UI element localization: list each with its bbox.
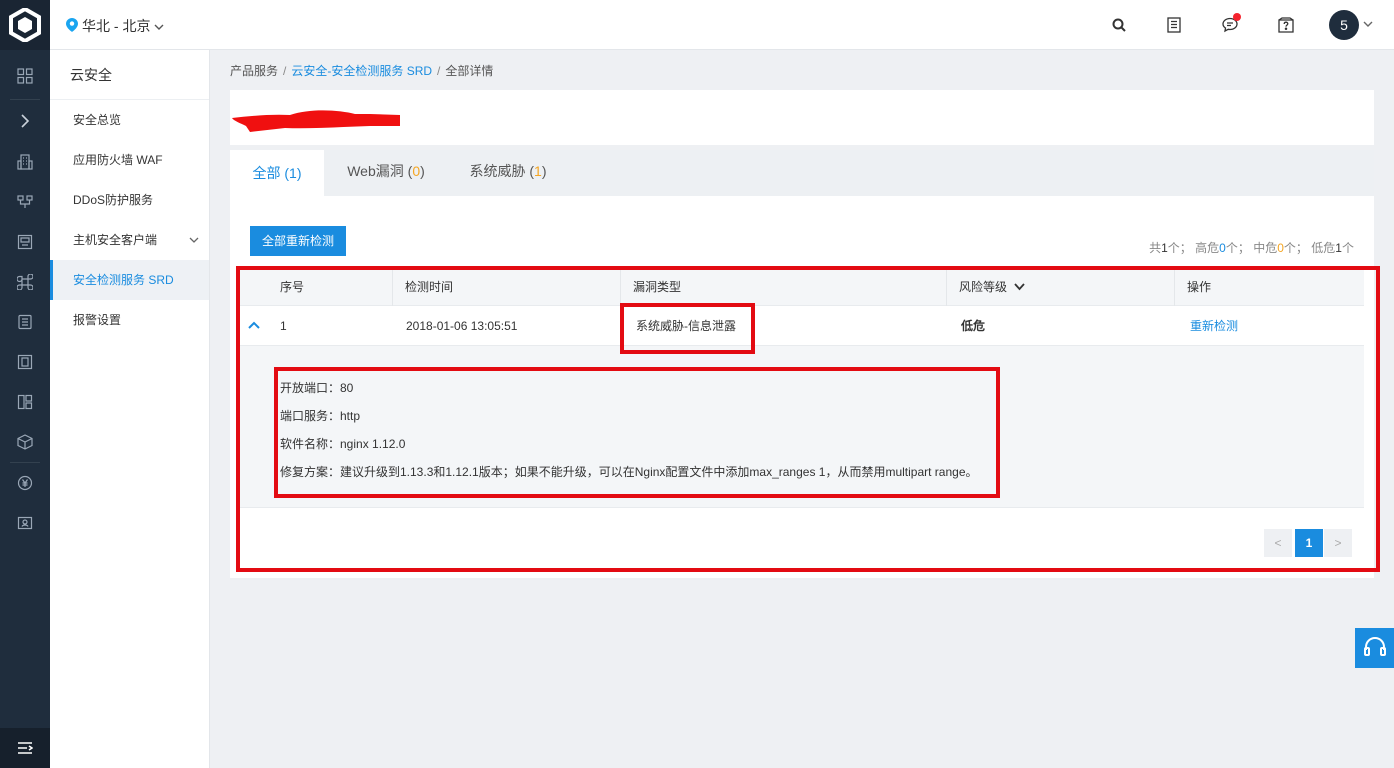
recheck-all-button[interactable]: 全部重新检测 xyxy=(250,226,347,256)
cell-index: 1 xyxy=(280,319,287,333)
breadcrumb: 产品服务 / 云安全-安全检测服务 SRD / 全部详情 xyxy=(230,62,493,79)
column-header-time: 检测时间 xyxy=(392,270,620,306)
search-icon[interactable] xyxy=(1109,15,1129,35)
storage-icon[interactable] xyxy=(0,222,50,262)
pagination-page-button[interactable]: 1 xyxy=(1295,529,1323,557)
chevron-down-icon[interactable] xyxy=(1363,17,1373,31)
tab-system-threats[interactable]: 系统威胁 (1) xyxy=(448,150,568,196)
cell-risk: 低危 xyxy=(961,319,986,333)
command-icon[interactable] xyxy=(0,262,50,302)
top-bar: 华北 - 北京 5 xyxy=(50,0,1394,50)
recheck-link[interactable]: 重新检测 xyxy=(1190,306,1238,346)
chevron-down-icon xyxy=(154,18,164,34)
column-header-risk[interactable]: 风险等级 xyxy=(946,270,1174,306)
page-title-card xyxy=(230,90,1374,145)
tab-all[interactable]: 全部 (1) xyxy=(230,150,324,196)
breadcrumb-separator: / xyxy=(283,64,287,78)
breadcrumb-root[interactable]: 产品服务 xyxy=(230,64,278,78)
database-icon[interactable] xyxy=(0,302,50,342)
layout-icon[interactable] xyxy=(0,382,50,422)
sidebar-item-overview[interactable]: 安全总览 xyxy=(50,100,209,140)
sidebar-item-label: 报警设置 xyxy=(73,313,122,327)
tab-count: 1 xyxy=(534,163,542,179)
location-pin-icon xyxy=(66,17,78,35)
breadcrumb-parent-link[interactable]: 云安全-安全检测服务 SRD xyxy=(291,64,432,78)
sidebar-title: 云安全 xyxy=(50,50,209,100)
cell-type: 系统威胁-信息泄露 xyxy=(636,319,736,333)
region-selector[interactable]: 华北 - 北京 xyxy=(66,16,164,36)
dashboard-icon[interactable] xyxy=(0,56,50,96)
id-card-icon[interactable] xyxy=(0,503,50,543)
sidebar-item-srd[interactable]: 安全检测服务 SRD xyxy=(50,260,209,300)
column-header-index: 序号 xyxy=(280,280,305,294)
headset-icon xyxy=(1363,636,1387,661)
help-icon[interactable] xyxy=(1276,15,1296,35)
server-icon[interactable] xyxy=(0,342,50,382)
sidebar-item-label: 应用防火墙 WAF xyxy=(73,153,163,167)
cell-time: 2018-01-06 13:05:51 xyxy=(406,319,518,333)
logo-icon[interactable] xyxy=(0,0,50,50)
tab-count: 1 xyxy=(289,165,297,181)
icon-rail xyxy=(0,0,50,768)
region-label: 华北 - 北京 xyxy=(82,18,151,34)
message-icon[interactable] xyxy=(1220,13,1241,35)
table-row: 1 2018-01-06 13:05:51 系统威胁-信息泄露 低危 重新检测 xyxy=(240,306,1364,346)
billing-icon[interactable] xyxy=(0,463,50,503)
expand-icon[interactable] xyxy=(0,101,50,141)
tab-web-vulns[interactable]: Web漏洞 (0) xyxy=(324,150,448,196)
detail-port: 开放端口：80 xyxy=(280,381,354,395)
building-icon[interactable] xyxy=(0,142,50,182)
detail-service: 端口服务：http xyxy=(280,409,361,423)
redaction-mark xyxy=(232,110,400,132)
sidebar-item-label: 安全总览 xyxy=(73,113,122,127)
results-panel: 全部重新检测 共1个； 高危0个； 中危0个； 低危1个 序号 检测时间 漏洞类… xyxy=(230,196,1374,578)
pagination-prev-button[interactable]: < xyxy=(1264,529,1292,557)
avatar[interactable]: 5 xyxy=(1329,10,1359,40)
pagination-next-button[interactable]: > xyxy=(1324,529,1352,557)
risk-summary: 共1个； 高危0个； 中危0个； 低危1个 xyxy=(1149,241,1354,255)
column-header-action: 操作 xyxy=(1174,270,1364,306)
sidebar-item-alerts[interactable]: 报警设置 xyxy=(50,300,209,340)
network-icon[interactable] xyxy=(0,182,50,222)
secondary-sidebar: 云安全 安全总览 应用防火墙 WAF DDoS防护服务 主机安全客户端 安全检测… xyxy=(50,50,210,768)
row-detail: 开放端口：80 端口服务：http 软件名称：nginx 1.12.0 修复方案… xyxy=(240,346,1364,508)
sidebar-item-label: 主机安全客户端 xyxy=(73,233,158,247)
sidebar-item-waf[interactable]: 应用防火墙 WAF xyxy=(50,140,209,180)
detail-fix: 修复方案：建议升级到1.13.3和1.12.1版本；如果不能升级，可以在Ngin… xyxy=(280,465,978,479)
column-header-type: 漏洞类型 xyxy=(620,270,946,306)
sidebar-item-label: 安全检测服务 SRD xyxy=(73,273,174,287)
menu-toggle-icon[interactable] xyxy=(0,728,50,768)
document-icon[interactable] xyxy=(1164,15,1184,35)
notification-dot xyxy=(1233,13,1241,21)
tab-count: 0 xyxy=(412,163,421,179)
sidebar-item-ddos[interactable]: DDoS防护服务 xyxy=(50,180,209,220)
sidebar-item-host-client[interactable]: 主机安全客户端 xyxy=(50,220,209,260)
chevron-up-icon[interactable] xyxy=(248,318,260,332)
package-icon[interactable] xyxy=(0,422,50,462)
chevron-down-icon xyxy=(189,220,199,260)
table-header: 序号 检测时间 漏洞类型 风险等级 操作 xyxy=(240,270,1364,306)
breadcrumb-current: 全部详情 xyxy=(445,64,494,78)
breadcrumb-separator: / xyxy=(437,64,441,78)
customer-support-button[interactable] xyxy=(1355,628,1394,668)
chevron-down-icon xyxy=(1014,280,1026,294)
sidebar-item-label: DDoS防护服务 xyxy=(73,193,154,207)
detail-software: 软件名称：nginx 1.12.0 xyxy=(280,437,406,451)
tab-bar: 全部 (1) Web漏洞 (0) 系统威胁 (1) xyxy=(230,150,1374,196)
